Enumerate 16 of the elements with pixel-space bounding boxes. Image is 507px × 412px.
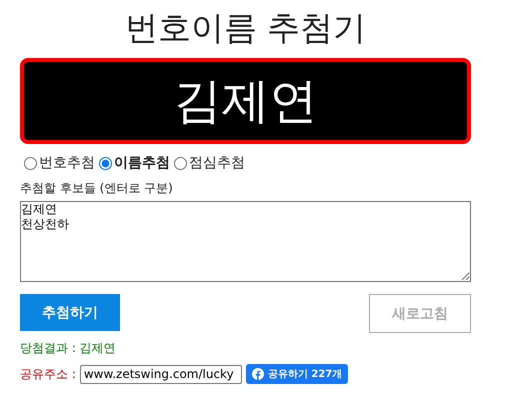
radio-label[interactable]: 점심추첨 — [189, 154, 245, 172]
candidates-field[interactable]: 김제연 천상천하 — [20, 201, 471, 282]
radio-button[interactable] — [174, 156, 187, 170]
app-title: 번호이름 추첨기 — [124, 7, 368, 49]
radio-button[interactable] — [24, 156, 37, 170]
facebook-icon — [252, 368, 264, 380]
result-text: 당첨결과 : 김제연 — [20, 340, 117, 357]
field-label: 추첨할 후보들 (엔터로 구분) — [20, 180, 174, 197]
result-display: 김제연 — [20, 58, 471, 144]
draw-button[interactable]: 추첨하기 — [20, 294, 120, 331]
radio-label[interactable]: 번호추첨 — [39, 154, 95, 172]
url-field[interactable]: www.zetswing.com/lucky — [80, 364, 242, 384]
radio-button[interactable] — [99, 156, 112, 170]
radio-label[interactable]: 이름추첨 — [114, 154, 170, 172]
share-button[interactable]: 공유하기 227개 — [246, 364, 348, 384]
share-label: 공유주소 : — [20, 366, 76, 382]
